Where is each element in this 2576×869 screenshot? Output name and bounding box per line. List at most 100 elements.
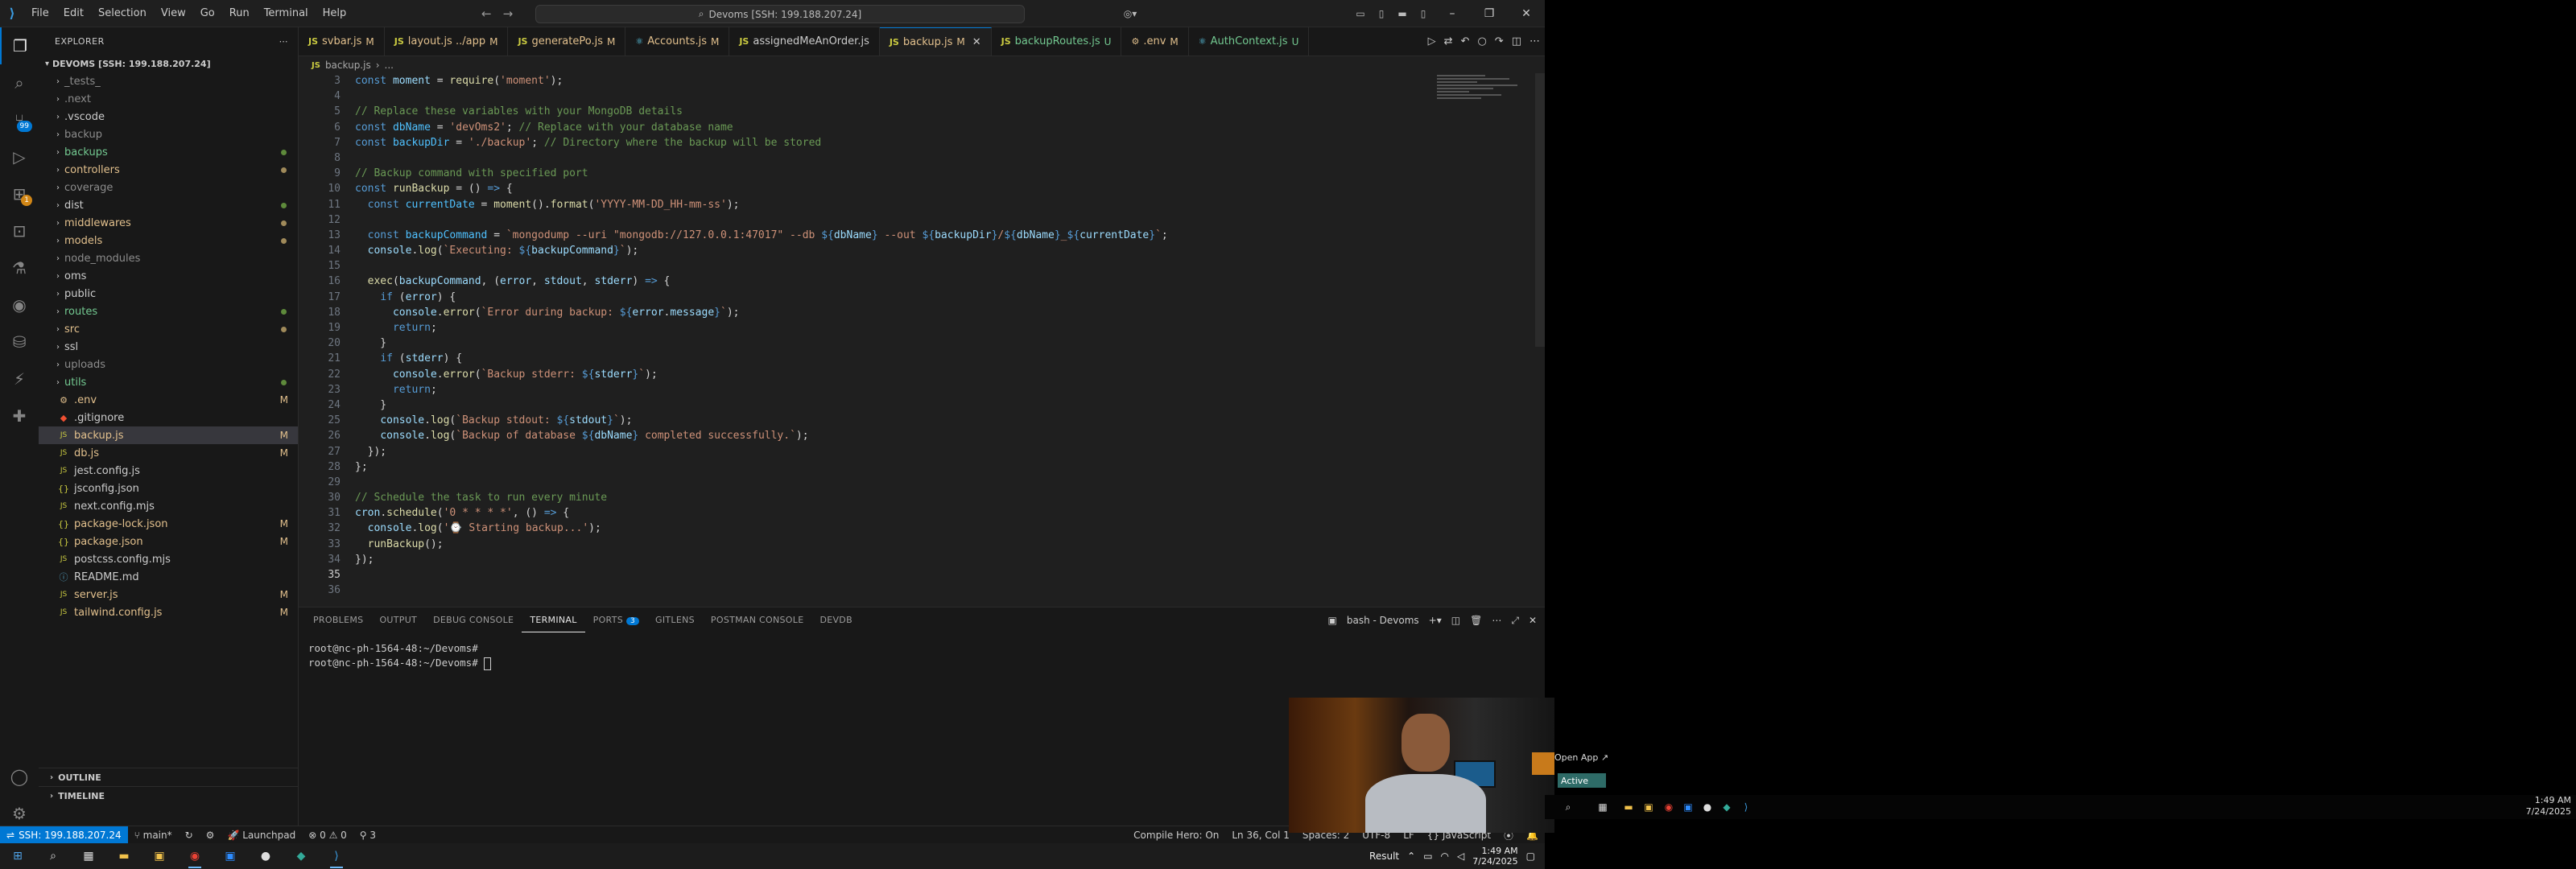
wifi-icon[interactable]: ◠ <box>1441 850 1449 862</box>
file-item[interactable]: ⓘ README.md <box>39 568 298 586</box>
run-debug-icon[interactable]: ▷ <box>0 138 39 175</box>
folder-item[interactable]: › controllers <box>39 161 298 179</box>
editor-scrollbar[interactable] <box>1535 73 1545 347</box>
file-explorer-icon[interactable]: ▬ <box>106 843 142 869</box>
outline-header[interactable]: › OUTLINE <box>39 768 298 786</box>
editor-tab[interactable]: JS svbar.js M <box>299 27 385 56</box>
menu-item-edit[interactable]: Edit <box>56 0 91 27</box>
open-app-button[interactable]: Open App ↗ <box>1554 752 1608 763</box>
maximize-panel-icon[interactable]: ⤢ <box>1511 615 1519 627</box>
remote-indicator[interactable]: ⇌ SSH: 199.188.207.24 <box>0 826 128 844</box>
folder-item[interactable]: › .next <box>39 90 298 108</box>
vscode-icon[interactable]: ⟩ <box>319 843 354 869</box>
terminal-output[interactable]: root@nc-ph-1564-48:~/Devoms# root@nc-ph-… <box>299 633 1545 670</box>
vscode-teal-icon[interactable]: ◆ <box>1717 797 1736 817</box>
editor-tab[interactable]: ⚛ AuthContext.js U <box>1189 27 1310 56</box>
gitlens-icon[interactable]: ◉ <box>0 286 39 323</box>
branch-status[interactable]: ⑂ main* <box>128 830 179 841</box>
folder-item[interactable]: › models <box>39 232 298 249</box>
compile-hero-status[interactable]: Compile Hero: On <box>1127 830 1225 841</box>
volume-icon[interactable]: ◁ <box>1457 850 1464 862</box>
git-dot-icon[interactable]: ○ <box>1477 35 1486 47</box>
app-icon[interactable]: ● <box>1698 797 1717 817</box>
trash-icon[interactable]: 🗑 <box>1470 615 1482 626</box>
minimap[interactable] <box>1437 73 1534 121</box>
thunder-icon[interactable]: ⚡ <box>0 360 39 397</box>
chrome-icon[interactable]: ◉ <box>1659 797 1678 817</box>
editor-tab[interactable]: JS backup.js M ✕ <box>879 27 992 56</box>
split-terminal-icon[interactable]: ◫ <box>1451 615 1460 626</box>
file-item[interactable]: JS backup.js M <box>39 426 298 444</box>
active-badge[interactable]: Active <box>1558 773 1606 788</box>
editor-tab[interactable]: JS layout.js ../app M <box>385 27 509 56</box>
editor-tab[interactable]: JS assignedMeAnOrder.js <box>729 27 880 56</box>
code-editor[interactable]: 3 const moment = require('moment'); 4 5 // R… <box>299 73 1426 607</box>
minimize-icon[interactable]: – <box>1434 7 1471 20</box>
editor-tab[interactable]: JS backupRoutes.js U <box>992 27 1122 56</box>
folder-item[interactable]: › coverage <box>39 179 298 196</box>
more-actions-icon[interactable]: ⋯ <box>1492 615 1501 626</box>
panel-tab-terminal[interactable]: TERMINAL <box>522 609 585 632</box>
panel-tab-problems[interactable]: PROBLEMS <box>305 607 371 633</box>
root-folder[interactable]: ▾ DEVOMS [SSH: 199.188.207.24] <box>39 55 298 72</box>
panel-tab-output[interactable]: OUTPUT <box>371 607 425 633</box>
file-item[interactable]: JS postcss.config.mjs <box>39 550 298 568</box>
network-icon[interactable]: ▭ <box>1423 850 1432 862</box>
zoom-icon[interactable]: ▣ <box>1678 797 1698 817</box>
file-item[interactable]: JS jest.config.js <box>39 462 298 480</box>
file-item[interactable]: JS db.js M <box>39 444 298 462</box>
menu-item-terminal[interactable]: Terminal <box>257 0 316 27</box>
timeline-header[interactable]: › TIMELINE <box>39 786 298 805</box>
result-label[interactable]: Result <box>1369 850 1399 862</box>
menu-item-selection[interactable]: Selection <box>91 0 154 27</box>
copilot-icon[interactable]: ◎▾ <box>1120 8 1141 19</box>
close-panel-icon[interactable]: ✕ <box>1529 615 1537 626</box>
task-view-icon[interactable]: ▦ <box>1593 797 1612 817</box>
explorer-icon[interactable]: ❐ <box>0 27 39 64</box>
file-explorer-icon[interactable]: ▬ <box>1619 797 1638 817</box>
search-icon[interactable]: ⌕ <box>35 843 71 869</box>
debug-icon[interactable]: ⚙ <box>200 830 221 841</box>
database-icon[interactable]: ⛁ <box>0 323 39 360</box>
more-actions-icon[interactable]: ⋯ <box>1530 35 1540 47</box>
clock[interactable]: 1:49 AM 7/24/2025 <box>1472 846 1517 867</box>
chrome-icon[interactable]: ◉ <box>177 843 213 869</box>
toggle-secondary-sidebar-icon[interactable]: ▯ <box>1413 8 1434 19</box>
folder-item[interactable]: › middlewares <box>39 214 298 232</box>
menu-item-run[interactable]: Run <box>222 0 257 27</box>
folder-item[interactable]: › oms <box>39 267 298 285</box>
folder-item[interactable]: › _tests_ <box>39 72 298 90</box>
breadcrumb-more[interactable]: ... <box>385 60 394 71</box>
file-item[interactable]: {} jsconfig.json <box>39 480 298 497</box>
zoom-icon[interactable]: ▣ <box>213 843 248 869</box>
store-icon[interactable]: ▣ <box>142 843 177 869</box>
toggle-panel-icon[interactable]: ▬ <box>1392 8 1413 19</box>
menu-item-go[interactable]: Go <box>193 0 222 27</box>
testing-icon[interactable]: ⚗ <box>0 249 39 286</box>
file-item[interactable]: {} package.json M <box>39 533 298 550</box>
forward-arrow-icon[interactable]: → <box>503 6 514 21</box>
split-editor-icon[interactable]: ◫ <box>1512 35 1521 47</box>
file-item[interactable]: ◆ .gitignore <box>39 409 298 426</box>
launchpad-status[interactable]: 🚀 Launchpad <box>221 830 302 841</box>
account-icon[interactable]: ◯ <box>0 758 39 795</box>
remote-explorer-icon[interactable]: ⊡ <box>0 212 39 249</box>
python-icon[interactable]: ✚ <box>0 397 39 434</box>
search-icon[interactable]: ⌕ <box>0 64 39 101</box>
restore-icon[interactable]: ❐ <box>1471 7 1508 20</box>
folder-item[interactable]: › public <box>39 285 298 303</box>
git-back-icon[interactable]: ↶ <box>1461 35 1470 47</box>
folder-item[interactable]: › ssl <box>39 338 298 356</box>
sync-icon[interactable]: ↻ <box>179 830 200 841</box>
folder-item[interactable]: › backup <box>39 126 298 143</box>
file-item[interactable]: {} package-lock.json M <box>39 515 298 533</box>
file-item[interactable]: JS tailwind.config.js M <box>39 603 298 621</box>
layout-icon[interactable]: ▭ <box>1350 8 1371 19</box>
app-icon[interactable]: ● <box>248 843 283 869</box>
search-icon[interactable]: ⌕ <box>1558 797 1578 817</box>
panel-tab-debug-console[interactable]: DEBUG CONSOLE <box>425 607 522 633</box>
file-item[interactable]: JS server.js M <box>39 586 298 603</box>
store-icon[interactable]: ▣ <box>1639 797 1658 817</box>
menu-item-help[interactable]: Help <box>316 0 354 27</box>
chevron-up-icon[interactable]: ⌃ <box>1407 850 1415 862</box>
